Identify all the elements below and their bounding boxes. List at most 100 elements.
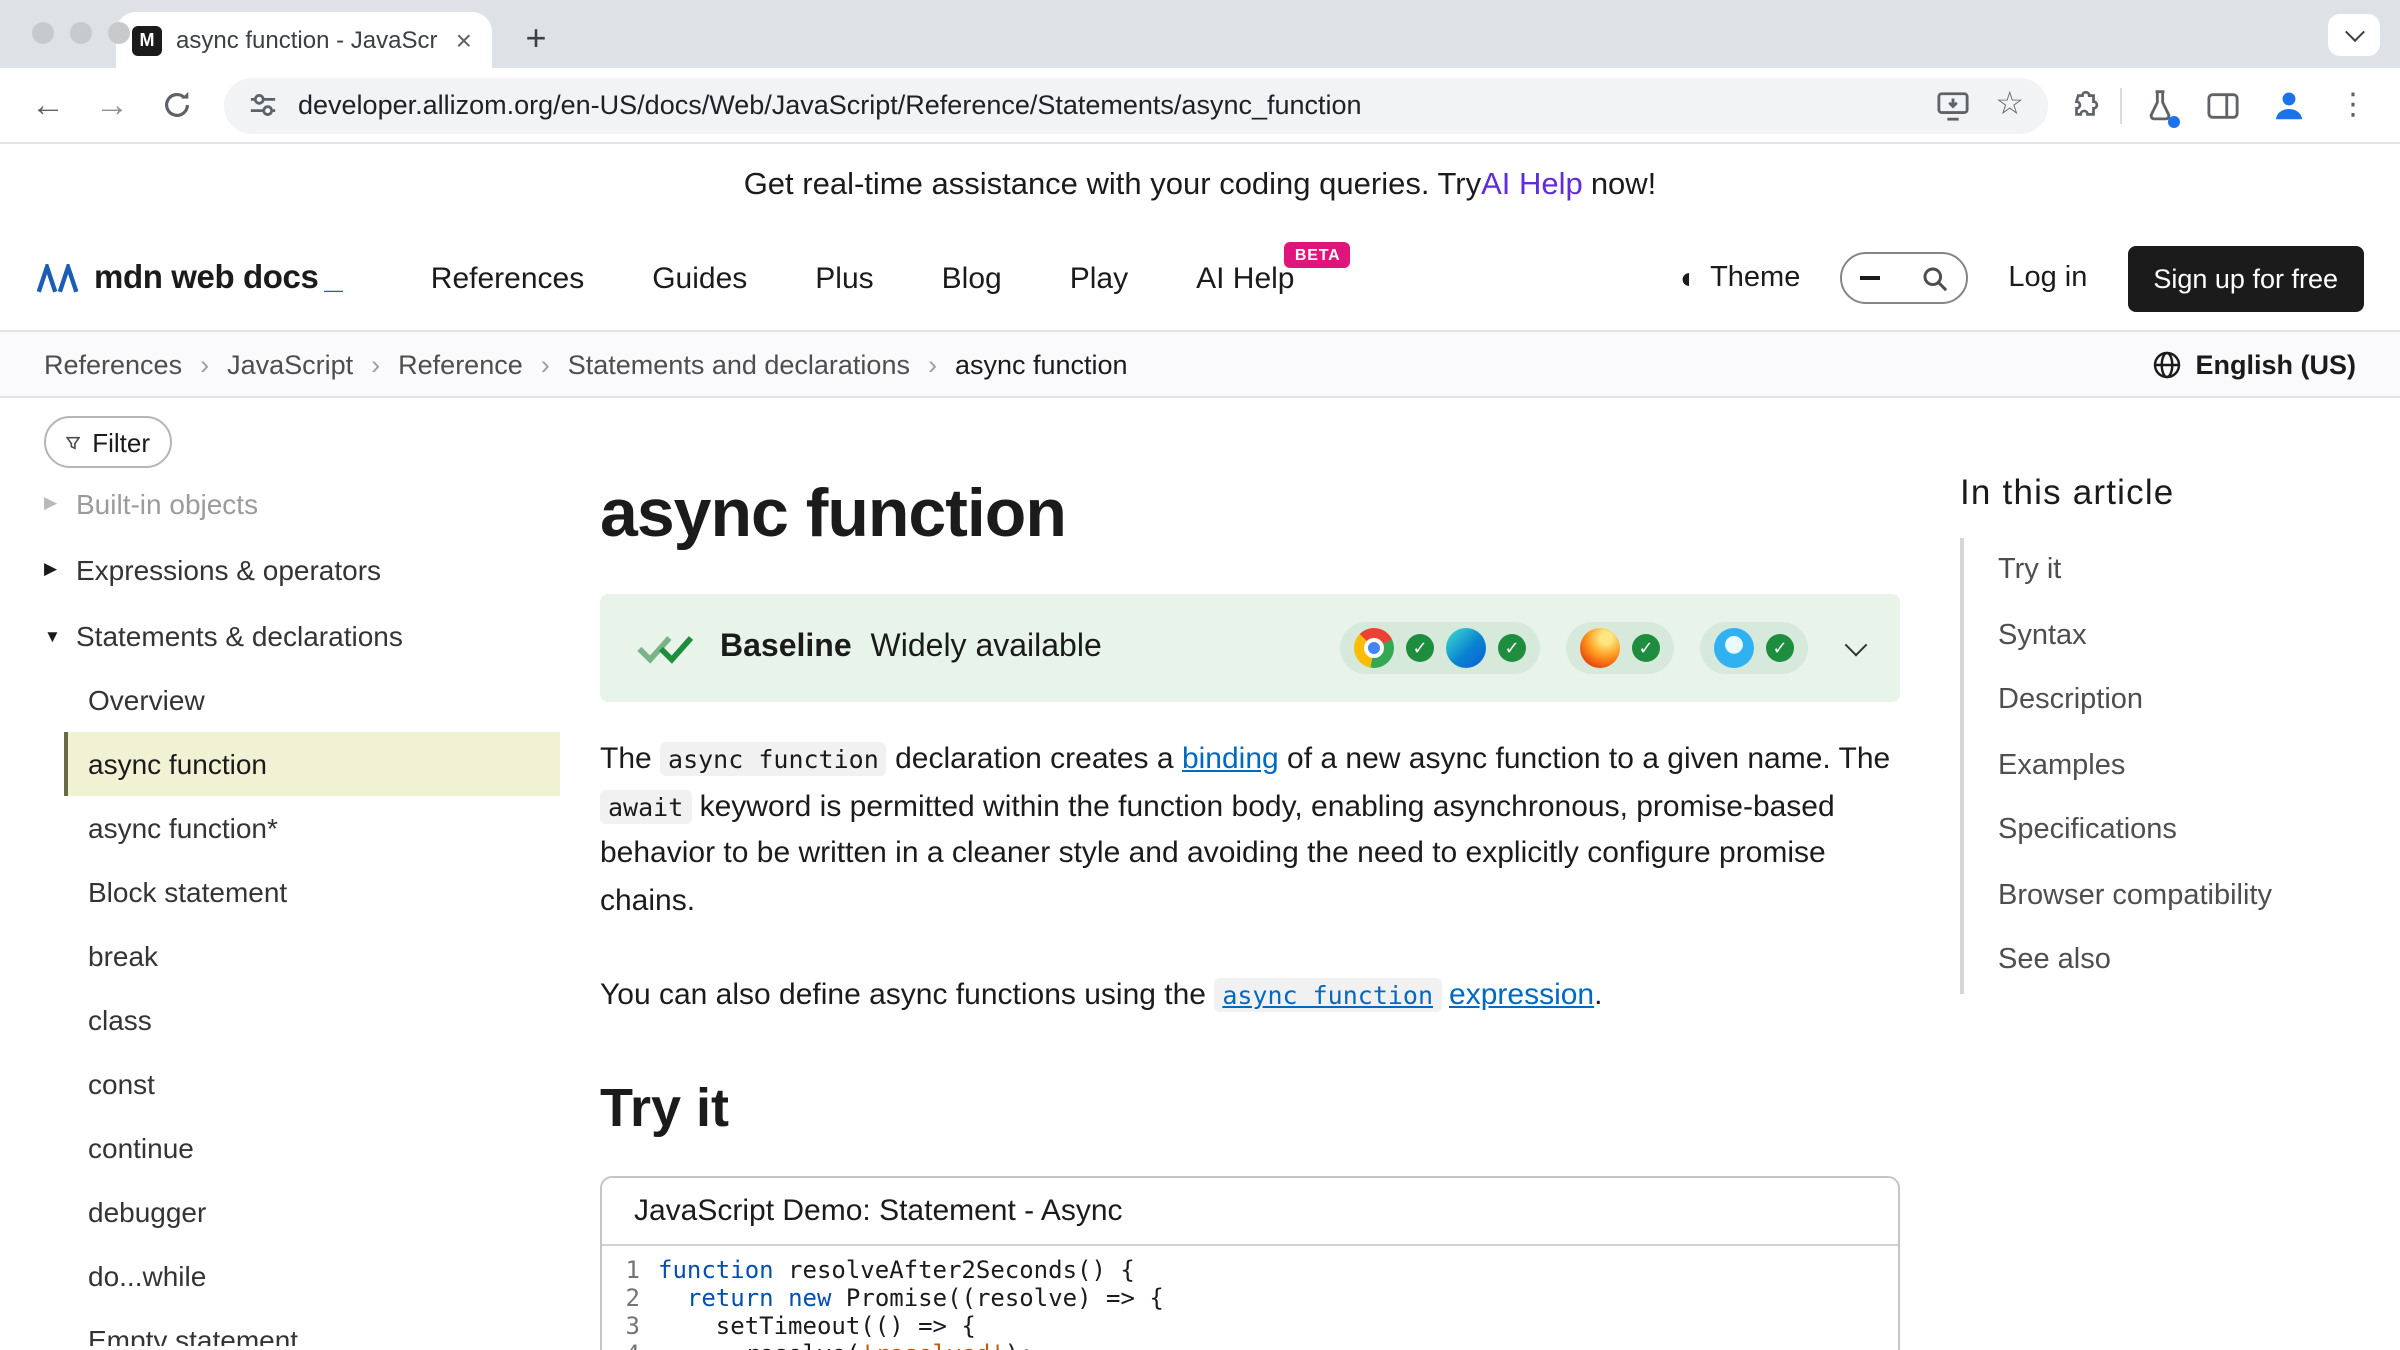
sidebar-item-async-function-star[interactable]: async function*	[64, 796, 560, 860]
main-navigation: References Guides Plus Blog Play AI Help…	[431, 261, 1295, 295]
omnibox-actions: ☆	[1935, 89, 2024, 121]
toc-item-browser-compatibility[interactable]: Browser compatibility	[1998, 863, 2360, 928]
toc-item-examples[interactable]: Examples	[1998, 733, 2360, 798]
expression-link[interactable]: expression	[1449, 978, 1594, 1012]
close-tab-icon[interactable]: ×	[452, 26, 476, 54]
notification-dot	[2168, 116, 2180, 128]
sidebar-item-async-function[interactable]: async function	[64, 732, 560, 796]
back-button[interactable]: ←	[20, 77, 76, 133]
forward-button[interactable]: →	[84, 77, 140, 133]
baseline-status: Widely available	[871, 630, 1102, 664]
sidebar-item-empty-statement[interactable]: Empty statement	[64, 1308, 560, 1346]
sidebar-item-do-while[interactable]: do...while	[64, 1244, 560, 1308]
sidebar-item-built-in-objects[interactable]: ▶ Built-in objects	[44, 490, 600, 536]
line-number: 4	[602, 1339, 658, 1350]
sidebar-item-class[interactable]: class	[64, 988, 560, 1052]
baseline-browser-support: ✓ ✓ ✓ ✓	[1340, 622, 1864, 674]
promo-banner: Get real-time assistance with your codin…	[0, 144, 2400, 226]
nav-ai-help[interactable]: AI Help BETA	[1196, 261, 1294, 295]
baseline-text: Baseline Widely available	[720, 630, 1102, 666]
profile-avatar-icon[interactable]	[2270, 86, 2308, 124]
sidebar-item-overview[interactable]: Overview	[64, 668, 560, 732]
toc-item-see-also[interactable]: See also	[1998, 928, 2360, 993]
sidebar-filter-button[interactable]: Filter	[44, 416, 172, 468]
breadcrumb-statements[interactable]: Statements and declarations	[568, 349, 910, 379]
url-text[interactable]: developer.allizom.org/en-US/docs/Web/Jav…	[298, 90, 1915, 120]
theme-label: Theme	[1710, 262, 1800, 294]
theme-icon: ◐	[1680, 263, 1698, 293]
search-caret	[1860, 276, 1880, 280]
close-window-button[interactable]	[32, 22, 54, 44]
tree-collapsed-icon: ▶	[44, 558, 66, 580]
sidebar-item-break[interactable]: break	[64, 924, 560, 988]
nav-plus[interactable]: Plus	[815, 261, 873, 295]
breadcrumb-javascript[interactable]: JavaScript	[227, 349, 353, 379]
tab-title: async function - JavaScript |	[176, 26, 438, 54]
sidebar-item-label: Statements & declarations	[76, 619, 403, 651]
filter-funnel-icon	[66, 431, 80, 453]
toc-item-specifications[interactable]: Specifications	[1998, 798, 2360, 863]
nav-blog[interactable]: Blog	[942, 261, 1002, 295]
install-icon[interactable]	[1935, 89, 1969, 121]
new-tab-button[interactable]: +	[512, 14, 560, 62]
reload-button[interactable]	[148, 77, 204, 133]
line-number: 3	[602, 1311, 658, 1339]
browser-toolbar: ← → developer.allizom.org/en-US/docs/Web…	[0, 68, 2400, 144]
browser-group-safari: ✓	[1700, 622, 1808, 674]
demo-code[interactable]: 1function resolveAfter2Seconds() {2 retu…	[602, 1245, 1898, 1350]
browser-window: M async function - JavaScript | × + ← → …	[0, 0, 2400, 1350]
nav-play[interactable]: Play	[1070, 261, 1128, 295]
breadcrumb-references[interactable]: References	[44, 349, 182, 379]
login-link[interactable]: Log in	[2008, 262, 2087, 294]
breadcrumb-separator-icon: ›	[200, 349, 209, 379]
toc-item-try-it[interactable]: Try it	[1998, 538, 2360, 603]
second-paragraph: You can also define async functions usin…	[600, 972, 1900, 1019]
interactive-demo: JavaScript Demo: Statement - Async 1func…	[600, 1175, 1900, 1350]
extensions-icon[interactable]	[2068, 88, 2102, 122]
sidebar-item-statements-declarations[interactable]: ▼ Statements & declarations	[44, 602, 600, 668]
theme-switcher[interactable]: ◐ Theme	[1680, 262, 1800, 294]
sidebar-item-continue[interactable]: continue	[64, 1116, 560, 1180]
zoom-window-button[interactable]	[108, 22, 130, 44]
code-line[interactable]: 2 return new Promise((resolve) => {	[602, 1283, 1898, 1311]
toc-item-description[interactable]: Description	[1998, 668, 2360, 733]
header-actions: ◐ Theme Log in Sign up for free	[1680, 245, 2364, 311]
signup-button[interactable]: Sign up for free	[2127, 245, 2364, 311]
sidebar-item-label: Built-in objects	[76, 490, 258, 519]
line-number: 2	[602, 1283, 658, 1311]
tab-search-button[interactable]	[2328, 14, 2380, 56]
binding-link[interactable]: binding	[1182, 742, 1279, 776]
breadcrumb-reference[interactable]: Reference	[398, 349, 523, 379]
tab-strip: M async function - JavaScript | × +	[0, 0, 2400, 68]
code-line[interactable]: 1function resolveAfter2Seconds() {	[602, 1255, 1898, 1283]
toc-item-syntax[interactable]: Syntax	[1998, 603, 2360, 668]
mdn-logo[interactable]: mdn web docs _	[36, 259, 343, 297]
paragraph-text: You can also define async functions usin…	[600, 978, 1214, 1012]
bookmark-star-icon[interactable]: ☆	[1995, 89, 2024, 121]
language-switcher[interactable]: English (US)	[2152, 349, 2357, 379]
nav-guides[interactable]: Guides	[652, 261, 747, 295]
sidebar-item-block-statement[interactable]: Block statement	[64, 860, 560, 924]
sidebar-item-const[interactable]: const	[64, 1052, 560, 1116]
code-line[interactable]: 4 resolve('resolved');	[602, 1339, 1898, 1350]
ai-help-link[interactable]: AI Help	[1481, 167, 1583, 203]
async-function-expression-code-link[interactable]: async function	[1214, 978, 1441, 1012]
baseline-expand-chevron-icon[interactable]	[1845, 634, 1868, 657]
search-input[interactable]	[1840, 252, 1968, 304]
url-bar[interactable]: developer.allizom.org/en-US/docs/Web/Jav…	[224, 77, 2048, 133]
tree-expanded-icon: ▼	[44, 625, 66, 645]
sidebar-item-expressions-operators[interactable]: ▶ Expressions & operators	[44, 536, 600, 602]
side-panel-icon[interactable]	[2206, 89, 2240, 121]
experiments-button[interactable]	[2144, 88, 2176, 122]
inline-code-await: await	[600, 789, 691, 823]
mdn-logo-mark-icon	[36, 263, 80, 293]
baseline-banner[interactable]: Baseline Widely available ✓ ✓ ✓	[600, 594, 1900, 702]
browser-menu-icon[interactable]: ⋮	[2338, 90, 2368, 120]
inline-code-async-function: async function	[660, 742, 887, 776]
browser-tab[interactable]: M async function - JavaScript | ×	[116, 12, 492, 68]
code-line[interactable]: 3 setTimeout(() => {	[602, 1311, 1898, 1339]
sidebar-item-debugger[interactable]: debugger	[64, 1180, 560, 1244]
minimize-window-button[interactable]	[70, 22, 92, 44]
site-info-icon[interactable]	[248, 90, 278, 120]
nav-references[interactable]: References	[431, 261, 584, 295]
